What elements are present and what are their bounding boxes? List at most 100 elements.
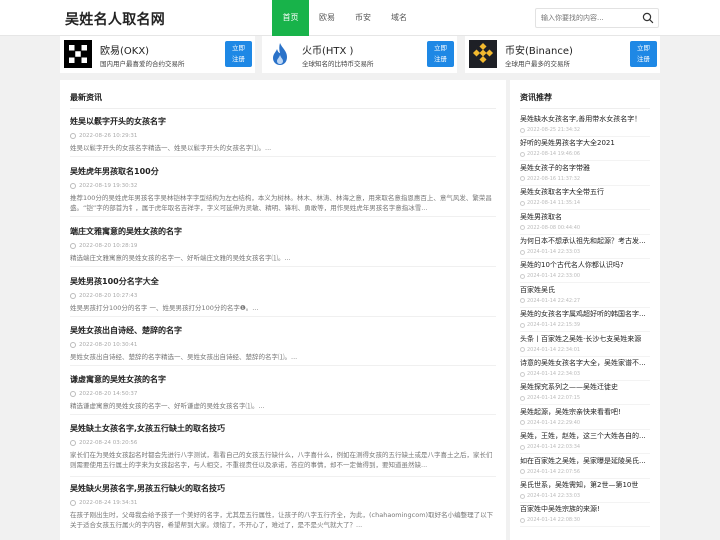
recommend-item-date-text: 2024-01-14 22:34:03: [527, 371, 581, 377]
nav-binance[interactable]: 币安: [345, 0, 381, 36]
register-label-1: 立即: [637, 44, 650, 52]
divider: [70, 266, 496, 267]
divider: [70, 216, 496, 217]
recommend-item-title[interactable]: 吴姓探究系列之——吴姓迁徙史: [520, 382, 655, 392]
recommend-item-date-text: 2024-01-14 22:34:01: [527, 346, 581, 353]
article-date: 2022-08-26 10:29:31: [70, 133, 496, 139]
article-item: 谦虚寓意的吴姓女孩的名字 2022-08-20 14:50:37 精选谦虚寓意的…: [70, 374, 496, 411]
clock-icon: [70, 243, 76, 249]
recommend-item-date: 2024-01-14 22:33:00: [520, 273, 655, 279]
recommend-item-title[interactable]: 吴氏世系，吴姓需知，第2世—第10世: [520, 480, 655, 490]
nav-domain[interactable]: 域名: [381, 0, 417, 36]
divider: [520, 233, 650, 235]
article-title[interactable]: 姓吴以鬏字开头的女孩名字: [70, 116, 496, 127]
register-button-htx[interactable]: 立即 注册: [427, 41, 454, 67]
recommend-item-date-text: 2024-01-14 22:07:15: [527, 395, 581, 402]
article-date-text: 2022-08-20 10:27:43: [79, 293, 138, 299]
recommend-item-title[interactable]: 吴姓的女孩名字属鸡超好听的韩国名字...: [520, 309, 655, 319]
divider: [520, 108, 650, 109]
recommend-item-title[interactable]: 头条丨百家姓之吴姓·长沙七支吴姓来源: [520, 334, 655, 344]
recommend-item-date-text: 2022-08-16 11:37:32: [527, 175, 581, 182]
article-date: 2022-08-24 19:34:31: [70, 500, 496, 506]
article-title[interactable]: 吴姓男孩100分名字大全: [70, 276, 496, 287]
exchange-desc: 全球知名的比特币交易所: [302, 60, 374, 68]
recommend-item-title[interactable]: 吴姓起源，吴姓宗亲快来看看吧!: [520, 407, 655, 417]
clock-icon: [70, 391, 76, 397]
okx-logo-icon: [64, 40, 92, 68]
exchange-name: 欧易(OKX): [100, 46, 150, 57]
article-title[interactable]: 吴姓虎年男孩取名100分: [70, 166, 496, 177]
search-icon[interactable]: [642, 12, 654, 24]
article-date-text: 2022-08-19 19:30:32: [79, 183, 138, 189]
recommend-item: 吴姓起源，吴姓宗亲快来看看吧! 2024-01-14 22:29:40: [520, 407, 655, 430]
article-item: 吴姓男孩100分名字大全 2022-08-20 10:27:43 姓吴男孩打分1…: [70, 276, 496, 313]
recommend-item-title[interactable]: 百家姓中吴姓宗族的来源!: [520, 504, 655, 514]
divider: [70, 316, 496, 317]
recommend-item-title[interactable]: 吴姓女孩子的名字带雅: [520, 163, 655, 173]
exchange-desc: 全球用户最多的交易所: [505, 60, 570, 68]
recommend-item-date-text: 2024-01-14 22:33:03: [527, 249, 581, 255]
site-logo[interactable]: 吴姓名人取名网: [65, 9, 165, 29]
divider: [70, 414, 496, 415]
recommend-item-title[interactable]: 为何日本不想承认祖先和起源？考古发...: [520, 236, 655, 246]
article-title[interactable]: 端庄文雅寓意的吴姓女孩的名字: [70, 226, 496, 237]
recommend-item: 诗意的吴姓女孩名字大全，吴姓家谱不... 2024-01-14 22:34:03: [520, 358, 655, 381]
recommend-item-date: 2024-01-14 22:15:39: [520, 322, 655, 328]
divider: [520, 282, 650, 284]
recommend-item-title[interactable]: 好听的吴姓男孩名字大全2021: [520, 138, 655, 148]
recommend-item-title[interactable]: 吴姓男孩取名: [520, 212, 655, 222]
register-button-okx[interactable]: 立即 注册: [225, 41, 252, 67]
recommend-item-date: 2024-01-14 22:42:27: [520, 298, 655, 304]
recommend-item-date: 2024-01-14 22:07:56: [520, 469, 655, 475]
divider: [520, 526, 650, 528]
article-title[interactable]: 吴姓缺土女孩名字,女孩五行缺土的取名技巧: [70, 423, 496, 434]
latest-news-title: 最新资讯: [70, 93, 102, 102]
register-button-binance[interactable]: 立即 注册: [630, 41, 657, 67]
divider: [520, 306, 650, 308]
article-date-text: 2022-08-26 10:29:31: [79, 133, 138, 139]
divider: [520, 477, 650, 479]
article-title[interactable]: 吴姓女孩出自诗经、楚辞的名字: [70, 325, 496, 336]
recommend-item-date-text: 2022-08-14 19:46:06: [527, 151, 581, 158]
article-desc: 吴姓女孩出自诗经、楚辞的名字精选一、吴姓女孩出自诗经、楚辞的名字⑴。...: [70, 353, 298, 361]
recommend-item-title[interactable]: 吴姓的10个古代名人你都认识吗?: [520, 260, 655, 270]
exchange-desc: 国内用户最喜爱的合约交易所: [100, 60, 185, 68]
clock-icon: [520, 444, 525, 450]
exchange-card-htx: 火币(HTX ) 全球知名的比特币交易所 立即 注册: [262, 36, 457, 73]
recommend-item-date-text: 2024-01-14 22:03:34: [527, 444, 581, 451]
recommend-item-title[interactable]: 吴姓，王姓，赵姓，这三个大姓各自的...: [520, 431, 655, 441]
recommend-item: 吴姓缺水女孩名字,善用带水女孩名字！ 2022-08-25 21:34:32: [520, 114, 655, 137]
clock-icon: [70, 500, 76, 506]
divider: [520, 209, 650, 211]
clock-icon: [520, 517, 525, 523]
article-date: 2022-08-24 03:20:56: [70, 440, 496, 446]
article-date-text: 2022-08-24 19:34:31: [79, 500, 138, 506]
recommend-item-title[interactable]: 吴姓女孩取名字大全带五行: [520, 187, 655, 197]
clock-icon: [70, 440, 76, 446]
recommend-item-date: 2024-01-14 22:03:34: [520, 444, 655, 450]
article-title[interactable]: 吴姓缺火男孩名字,男孩五行缺火的取名技巧: [70, 483, 496, 494]
clock-icon: [520, 127, 525, 133]
article-title[interactable]: 谦虚寓意的吴姓女孩的名字: [70, 374, 496, 385]
divider: [520, 355, 650, 357]
recommend-item-title[interactable]: 百家姓吴氏: [520, 285, 655, 295]
divider: [70, 365, 496, 366]
divider: [520, 160, 650, 162]
divider: [520, 404, 650, 406]
recommend-item-date-text: 2022-08-14 11:35:14: [527, 200, 581, 207]
recommend-item-title[interactable]: 如在百家姓之吴姓，吴家曝是延陵吴氏...: [520, 456, 655, 466]
binance-logo-icon: [469, 40, 497, 68]
nav-okx[interactable]: 欧易: [309, 0, 345, 36]
recommend-item-title[interactable]: 吴姓缺水女孩名字,善用带水女孩名字！: [520, 114, 655, 124]
recommend-item-date: 2024-01-14 22:29:40: [520, 420, 655, 426]
recommend-item-title[interactable]: 诗意的吴姓女孩名字大全，吴姓家谱不...: [520, 358, 655, 368]
exchange-card-binance: 币安(Binance) 全球用户最多的交易所 立即 注册: [465, 36, 660, 73]
article-item: 吴姓虎年男孩取名100分 2022-08-19 19:30:32 推荐100分的…: [70, 166, 496, 213]
article-item: 吴姓女孩出自诗经、楚辞的名字 2022-08-20 10:30:41 吴姓女孩出…: [70, 325, 496, 362]
nav-home[interactable]: 首页: [272, 0, 309, 36]
divider: [520, 184, 650, 186]
clock-icon: [70, 183, 76, 189]
divider: [520, 136, 650, 137]
clock-icon: [520, 249, 525, 255]
search-input[interactable]: [536, 9, 640, 27]
